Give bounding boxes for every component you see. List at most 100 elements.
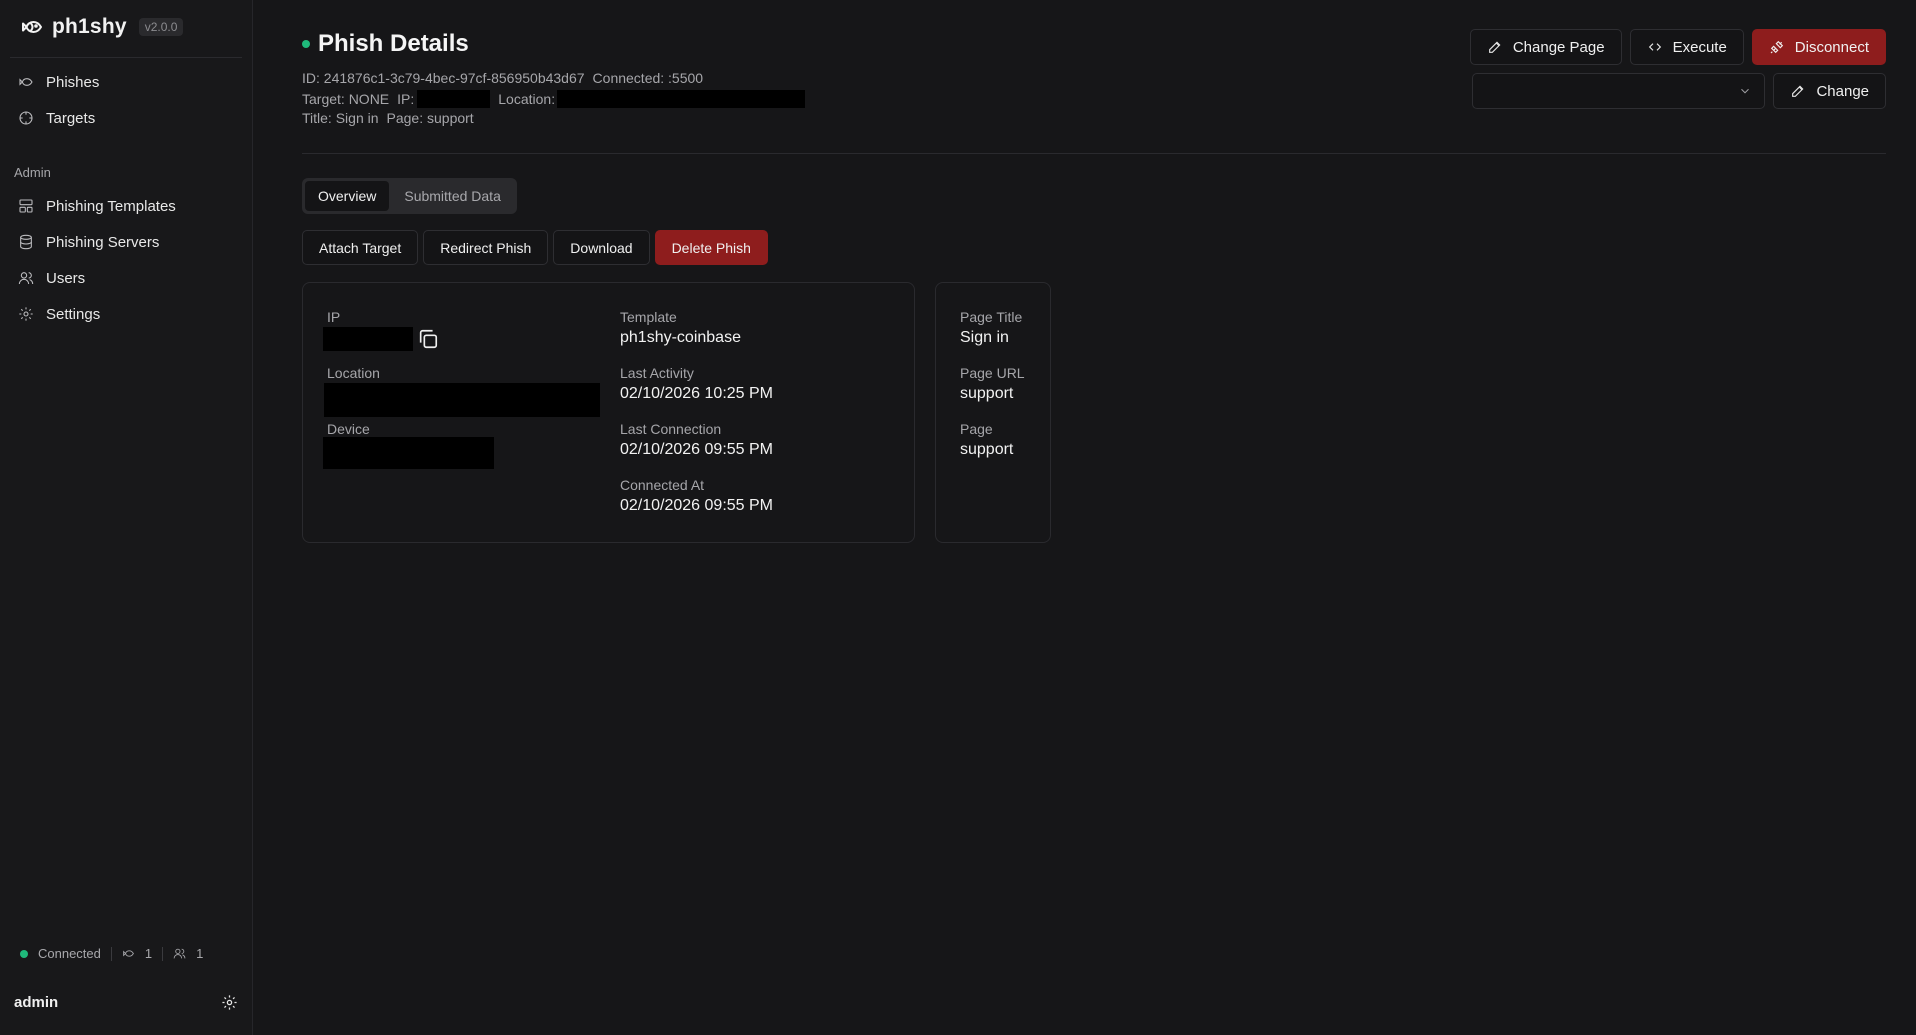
connected-at-label: Connected At [620, 477, 705, 493]
download-button[interactable]: Download [553, 230, 650, 265]
meta-target-line: Target: NONE IP: Location: [302, 90, 806, 108]
phish-count: 1 [144, 946, 153, 961]
sidebar-item-label: Phishing Servers [46, 233, 160, 251]
status-divider [110, 946, 112, 961]
sidebar-item-settings[interactable]: Settings [10, 296, 242, 332]
page-url-field: Page URL support [960, 365, 1025, 403]
last-activity-value: 02/10/2026 10:25 PM [620, 385, 774, 402]
sidebar-divider [10, 57, 242, 58]
sidebar-item-label: Targets [46, 109, 96, 127]
top-actions: Change Page Execute Disconnect [1469, 29, 1886, 65]
fish-icon [19, 78, 33, 86]
page-title-value: Sign in [960, 329, 1009, 346]
sidebar-item-users[interactable]: Users [10, 260, 242, 296]
template-icon [19, 199, 33, 213]
gear-icon [19, 307, 33, 321]
version-badge: v2.0.0 [138, 18, 184, 36]
last-activity-field: Last Activity 02/10/2026 10:25 PM [620, 365, 773, 403]
title-row: Phish Details [302, 30, 469, 58]
tab-submitted-data[interactable]: Submitted Data [391, 181, 514, 211]
device-field: Device [323, 421, 494, 469]
sidebar-item-targets[interactable]: Targets [10, 100, 242, 136]
phish-actions: Attach Target Redirect Phish Download De… [302, 230, 768, 265]
code-icon [1648, 43, 1661, 51]
phish-id: ID: 241876c1-3c79-4bec-97cf-856950b43d67 [302, 70, 585, 86]
device-field-label: Device [327, 421, 370, 437]
connected-at-field: Connected At 02/10/2026 09:55 PM [620, 477, 773, 515]
change-page-label: Change Page [1512, 38, 1605, 56]
app-name: ph1shy [52, 15, 127, 38]
sidebar: ph1shy v2.0.0 Phishes Targets Admin Phis… [0, 0, 253, 1035]
sidebar-item-phishing-templates[interactable]: Phishing Templates [10, 188, 242, 224]
disconnect-button[interactable]: Disconnect [1751, 29, 1886, 65]
sidebar-item-label: Settings [46, 305, 101, 323]
delete-phish-button[interactable]: Delete Phish [654, 230, 768, 265]
sidebar-item-phishing-servers[interactable]: Phishing Servers [10, 224, 242, 260]
redacted-location [557, 90, 806, 108]
header-divider [302, 153, 1886, 154]
users-icon [173, 948, 186, 959]
page-info-card: Page Title Sign in Page URL support Page… [935, 282, 1051, 543]
brand[interactable]: ph1shy v2.0.0 [20, 14, 184, 40]
location-field: Location [324, 365, 600, 417]
fish-icon [123, 950, 134, 957]
meta-id-line: ID: 241876c1-3c79-4bec-97cf-856950b43d67… [302, 70, 703, 86]
redirect-phish-button[interactable]: Redirect Phish [423, 230, 549, 265]
page-value: support [960, 441, 1014, 458]
connection-dot [302, 40, 310, 48]
last-activity-label: Last Activity [620, 365, 694, 381]
unplug-icon [1770, 40, 1783, 54]
tab-overview[interactable]: Overview [305, 181, 390, 211]
redacted-device-value [323, 437, 494, 469]
location-label: Location: [498, 91, 556, 107]
template-field: Template ph1shy-coinbase [620, 309, 741, 347]
detail-tabs: Overview Submitted Data [302, 178, 517, 214]
main-nav: Phishes Targets [10, 64, 242, 136]
fish-logo-icon [22, 21, 42, 33]
connected-at-value: 02/10/2026 09:55 PM [620, 497, 774, 514]
change-button[interactable]: Change [1773, 73, 1886, 109]
status-dot [20, 949, 28, 958]
status-text: Connected [38, 946, 101, 961]
username: admin [14, 994, 59, 1011]
page-title-field: Page Title Sign in [960, 309, 1022, 347]
connected-port: Connected: :5500 [592, 70, 704, 86]
page-select-row: Change [1472, 73, 1886, 109]
page-select[interactable] [1472, 73, 1766, 109]
sidebar-item-phishes[interactable]: Phishes [10, 64, 242, 100]
crosshair-icon [19, 111, 33, 125]
page-label: Page [960, 421, 993, 437]
user-settings-icon[interactable] [221, 994, 238, 1011]
redacted-ip [417, 90, 491, 108]
template-label: Template [620, 309, 677, 325]
admin-section-label: Admin [14, 165, 51, 180]
database-icon [20, 234, 32, 250]
target-text: Target: NONE [302, 91, 390, 107]
template-value: ph1shy-coinbase [620, 329, 741, 346]
phish-details-card: IP Location Device Template ph1shy-coinb… [302, 282, 915, 543]
disconnect-label: Disconnect [1794, 38, 1869, 56]
user-count: 1 [196, 946, 204, 961]
ip-field-label: IP [327, 309, 341, 325]
redacted-ip-value [323, 327, 413, 351]
execute-label: Execute [1672, 38, 1727, 56]
last-connection-label: Last Connection [620, 421, 722, 437]
redacted-location-value [324, 383, 600, 417]
chevron-down-icon [1741, 88, 1750, 94]
execute-button[interactable]: Execute [1629, 29, 1744, 65]
location-field-label: Location [327, 365, 380, 381]
last-connection-field: Last Connection 02/10/2026 09:55 PM [620, 421, 773, 459]
ip-label: IP: [397, 91, 415, 107]
connection-status: Connected 1 1 [20, 946, 203, 961]
attach-target-button[interactable]: Attach Target [302, 230, 419, 265]
pencil-icon [1792, 85, 1804, 97]
user-row: admin [14, 994, 238, 1011]
users-icon [18, 272, 34, 285]
meta-title-line: Title: Sign in Page: support [302, 110, 474, 126]
status-divider [162, 946, 164, 961]
ip-field: IP [323, 309, 439, 351]
page-title-label: Page Title [960, 309, 1023, 325]
change-page-button[interactable]: Change Page [1469, 29, 1622, 65]
admin-nav: Phishing Templates Phishing Servers User… [10, 188, 242, 332]
copy-icon[interactable] [417, 328, 439, 350]
